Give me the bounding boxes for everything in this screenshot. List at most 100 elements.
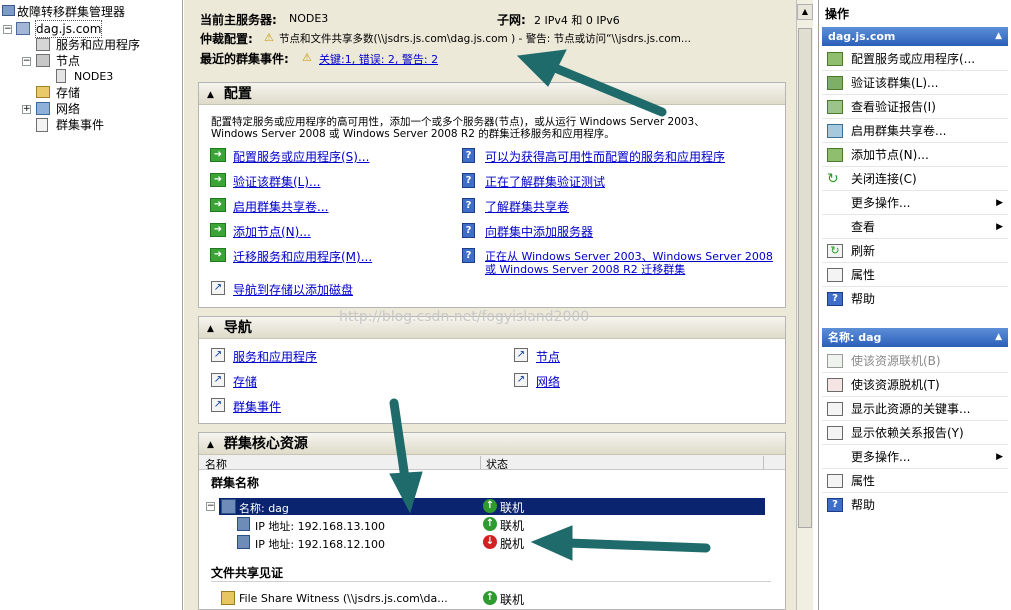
submenu-arrow-icon: ▶ — [996, 198, 1003, 208]
tree-item-cluster[interactable]: dag.js.com — [34, 20, 103, 38]
collapse-toggle[interactable]: − — [3, 25, 12, 34]
tree-item-events[interactable]: 群集事件 — [56, 117, 104, 133]
resource-name-dag[interactable]: 名称: dag — [239, 500, 289, 516]
action-arrow-icon: ➜ — [210, 173, 226, 187]
events-icon — [827, 402, 843, 416]
tree-item-storage[interactable]: 存储 — [56, 85, 80, 101]
help-icon: ? — [462, 248, 475, 263]
shortcut-arrow-icon: ↗ — [211, 281, 225, 295]
action-take-offline[interactable]: 使该资源脱机(T) — [822, 373, 1008, 397]
validation-tests-help-link[interactable]: 正在了解群集验证测试 — [485, 173, 605, 190]
details-pane: 当前主服务器: NODE3 子网: 2 IPv4 和 0 IPv6 仲裁配置: … — [184, 0, 812, 610]
nav-events-link[interactable]: 群集事件 — [233, 398, 281, 415]
tree-root[interactable]: 故障转移群集管理器 — [17, 4, 125, 20]
help-icon: ? — [462, 148, 475, 163]
resource-status: 联机 — [500, 519, 525, 533]
validate-cluster-link[interactable]: 验证该群集(L)... — [233, 173, 321, 190]
column-name[interactable]: 名称 — [205, 456, 481, 471]
scroll-thumb[interactable] — [798, 28, 812, 528]
action-arrow-icon: ➜ — [210, 198, 226, 212]
ip-address-row[interactable]: IP 地址: 192.168.13.100 — [255, 518, 385, 534]
resource-status: 联机 — [500, 501, 525, 515]
file-share-icon — [221, 591, 235, 605]
action-close-connection[interactable]: ↻ 关闭连接(C) — [822, 167, 1008, 191]
action-refresh[interactable]: ↻ 刷新 — [822, 239, 1008, 263]
config-header[interactable]: ▲ 配置 — [199, 83, 785, 105]
add-node-link[interactable]: 添加节点(N)... — [233, 223, 311, 240]
actions-title: 操作 — [825, 7, 850, 21]
action-more-actions[interactable]: 更多操作... ▶ — [822, 191, 1008, 215]
subnet-label: 子网: — [497, 13, 526, 27]
migrate-services-link[interactable]: 迁移服务和应用程序(M)... — [233, 248, 372, 265]
nav-network-link[interactable]: 网络 — [536, 373, 560, 390]
action-configure-service[interactable]: 配置服务或应用程序(... — [822, 47, 1008, 71]
cluster-icon — [16, 22, 30, 35]
navigate-title: 导航 — [223, 320, 252, 336]
vertical-scrollbar[interactable]: ▲ — [796, 0, 813, 610]
ha-services-help-link[interactable]: 可以为获得高可用性而配置的服务和应用程序 — [485, 148, 725, 165]
action-help[interactable]: ? 帮助 — [822, 287, 1008, 311]
collapse-toggle[interactable]: − — [22, 57, 31, 66]
help-icon: ? — [827, 292, 843, 306]
enable-csv-link[interactable]: 启用群集共享卷... — [233, 198, 328, 215]
nav-services-link[interactable]: 服务和应用程序 — [233, 348, 317, 365]
actions-section-cluster[interactable]: dag.js.com ▲ — [822, 27, 1008, 46]
actions-pane: 操作 dag.js.com ▲ 配置服务或应用程序(... 验证该群集(L)...… — [818, 0, 1011, 610]
nav-nodes-link[interactable]: 节点 — [536, 348, 560, 365]
config-description-line2: Windows Server 2008 或 Windows Server 200… — [211, 128, 615, 140]
action-add-node[interactable]: 添加节点(N)... — [822, 143, 1008, 167]
action-show-critical-events[interactable]: 显示此资源的关键事... — [822, 397, 1008, 421]
warning-icon: ⚠ — [302, 51, 312, 64]
collapse-toggle[interactable]: − — [206, 502, 215, 511]
action-help-resource[interactable]: ? 帮助 — [822, 493, 1008, 517]
submenu-arrow-icon: ▶ — [996, 452, 1003, 462]
collapse-chevron-icon[interactable]: ▲ — [207, 434, 214, 456]
collapse-chevron-icon[interactable]: ▲ — [207, 84, 214, 106]
ip-address-icon — [237, 535, 250, 549]
witness-row[interactable]: File Share Witness (\\jsdrs.js.com\da... — [239, 592, 448, 605]
collapse-chevron-icon[interactable]: ▲ — [995, 27, 1002, 46]
nodes-icon — [36, 54, 50, 67]
online-status-icon: ↑ — [483, 591, 497, 605]
column-status[interactable]: 状态 — [486, 456, 764, 471]
collapse-chevron-icon[interactable]: ▲ — [995, 328, 1002, 347]
action-validate-cluster[interactable]: 验证该群集(L)... — [822, 71, 1008, 95]
action-dependency-report[interactable]: 显示依赖关系报告(Y) — [822, 421, 1008, 445]
report-icon — [827, 426, 843, 440]
section-title: 名称: dag — [828, 331, 882, 344]
configure-service-link[interactable]: 配置服务或应用程序(S)... — [233, 148, 369, 165]
action-bring-online[interactable]: 使该资源联机(B) — [822, 349, 1008, 373]
action-properties-resource[interactable]: 属性 — [822, 469, 1008, 493]
recent-events-label: 最近的群集事件: — [200, 52, 289, 66]
services-icon — [36, 38, 50, 51]
nav-storage-link[interactable]: 存储 — [233, 373, 257, 390]
configure-icon — [827, 52, 843, 66]
recent-events-link[interactable]: 关键:1, 错误: 2, 警告: 2 — [319, 51, 438, 67]
action-enable-csv[interactable]: 启用群集共享卷... — [822, 119, 1008, 143]
collapse-chevron-icon[interactable]: ▲ — [207, 318, 214, 340]
cluster-name-icon — [221, 499, 236, 514]
csv-help-link[interactable]: 了解群集共享卷 — [485, 198, 569, 215]
actions-section-resource[interactable]: 名称: dag ▲ — [822, 328, 1008, 347]
scroll-up-icon[interactable]: ▲ — [797, 4, 813, 20]
ip-address-row[interactable]: IP 地址: 192.168.12.100 — [255, 536, 385, 552]
action-view-report[interactable]: 查看验证报告(I) — [822, 95, 1008, 119]
divider — [211, 581, 771, 582]
tree-item-services[interactable]: 服务和应用程序 — [56, 37, 140, 53]
resource-status: 联机 — [500, 593, 525, 607]
migrate-cluster-help-link-line2[interactable]: 或 Windows Server 2008 R2 迁移群集 — [485, 261, 685, 277]
tree-item-node3[interactable]: NODE3 — [74, 69, 113, 85]
action-view[interactable]: 查看 ▶ — [822, 215, 1008, 239]
shortcut-arrow-icon: ↗ — [211, 398, 225, 412]
navigate-storage-link[interactable]: 导航到存储以添加磁盘 — [233, 281, 353, 298]
action-more-actions-resource[interactable]: 更多操作... ▶ — [822, 445, 1008, 469]
add-server-help-link[interactable]: 向群集中添加服务器 — [485, 223, 593, 240]
expand-toggle[interactable]: + — [22, 105, 31, 114]
csv-icon — [827, 124, 843, 138]
action-arrow-icon: ➜ — [210, 223, 226, 237]
tree-item-nodes[interactable]: 节点 — [56, 53, 80, 69]
action-properties[interactable]: 属性 — [822, 263, 1008, 287]
warning-icon: ⚠ — [264, 31, 274, 44]
tree-item-network[interactable]: 网络 — [56, 101, 80, 117]
core-header[interactable]: ▲ 群集核心资源 — [199, 433, 785, 455]
